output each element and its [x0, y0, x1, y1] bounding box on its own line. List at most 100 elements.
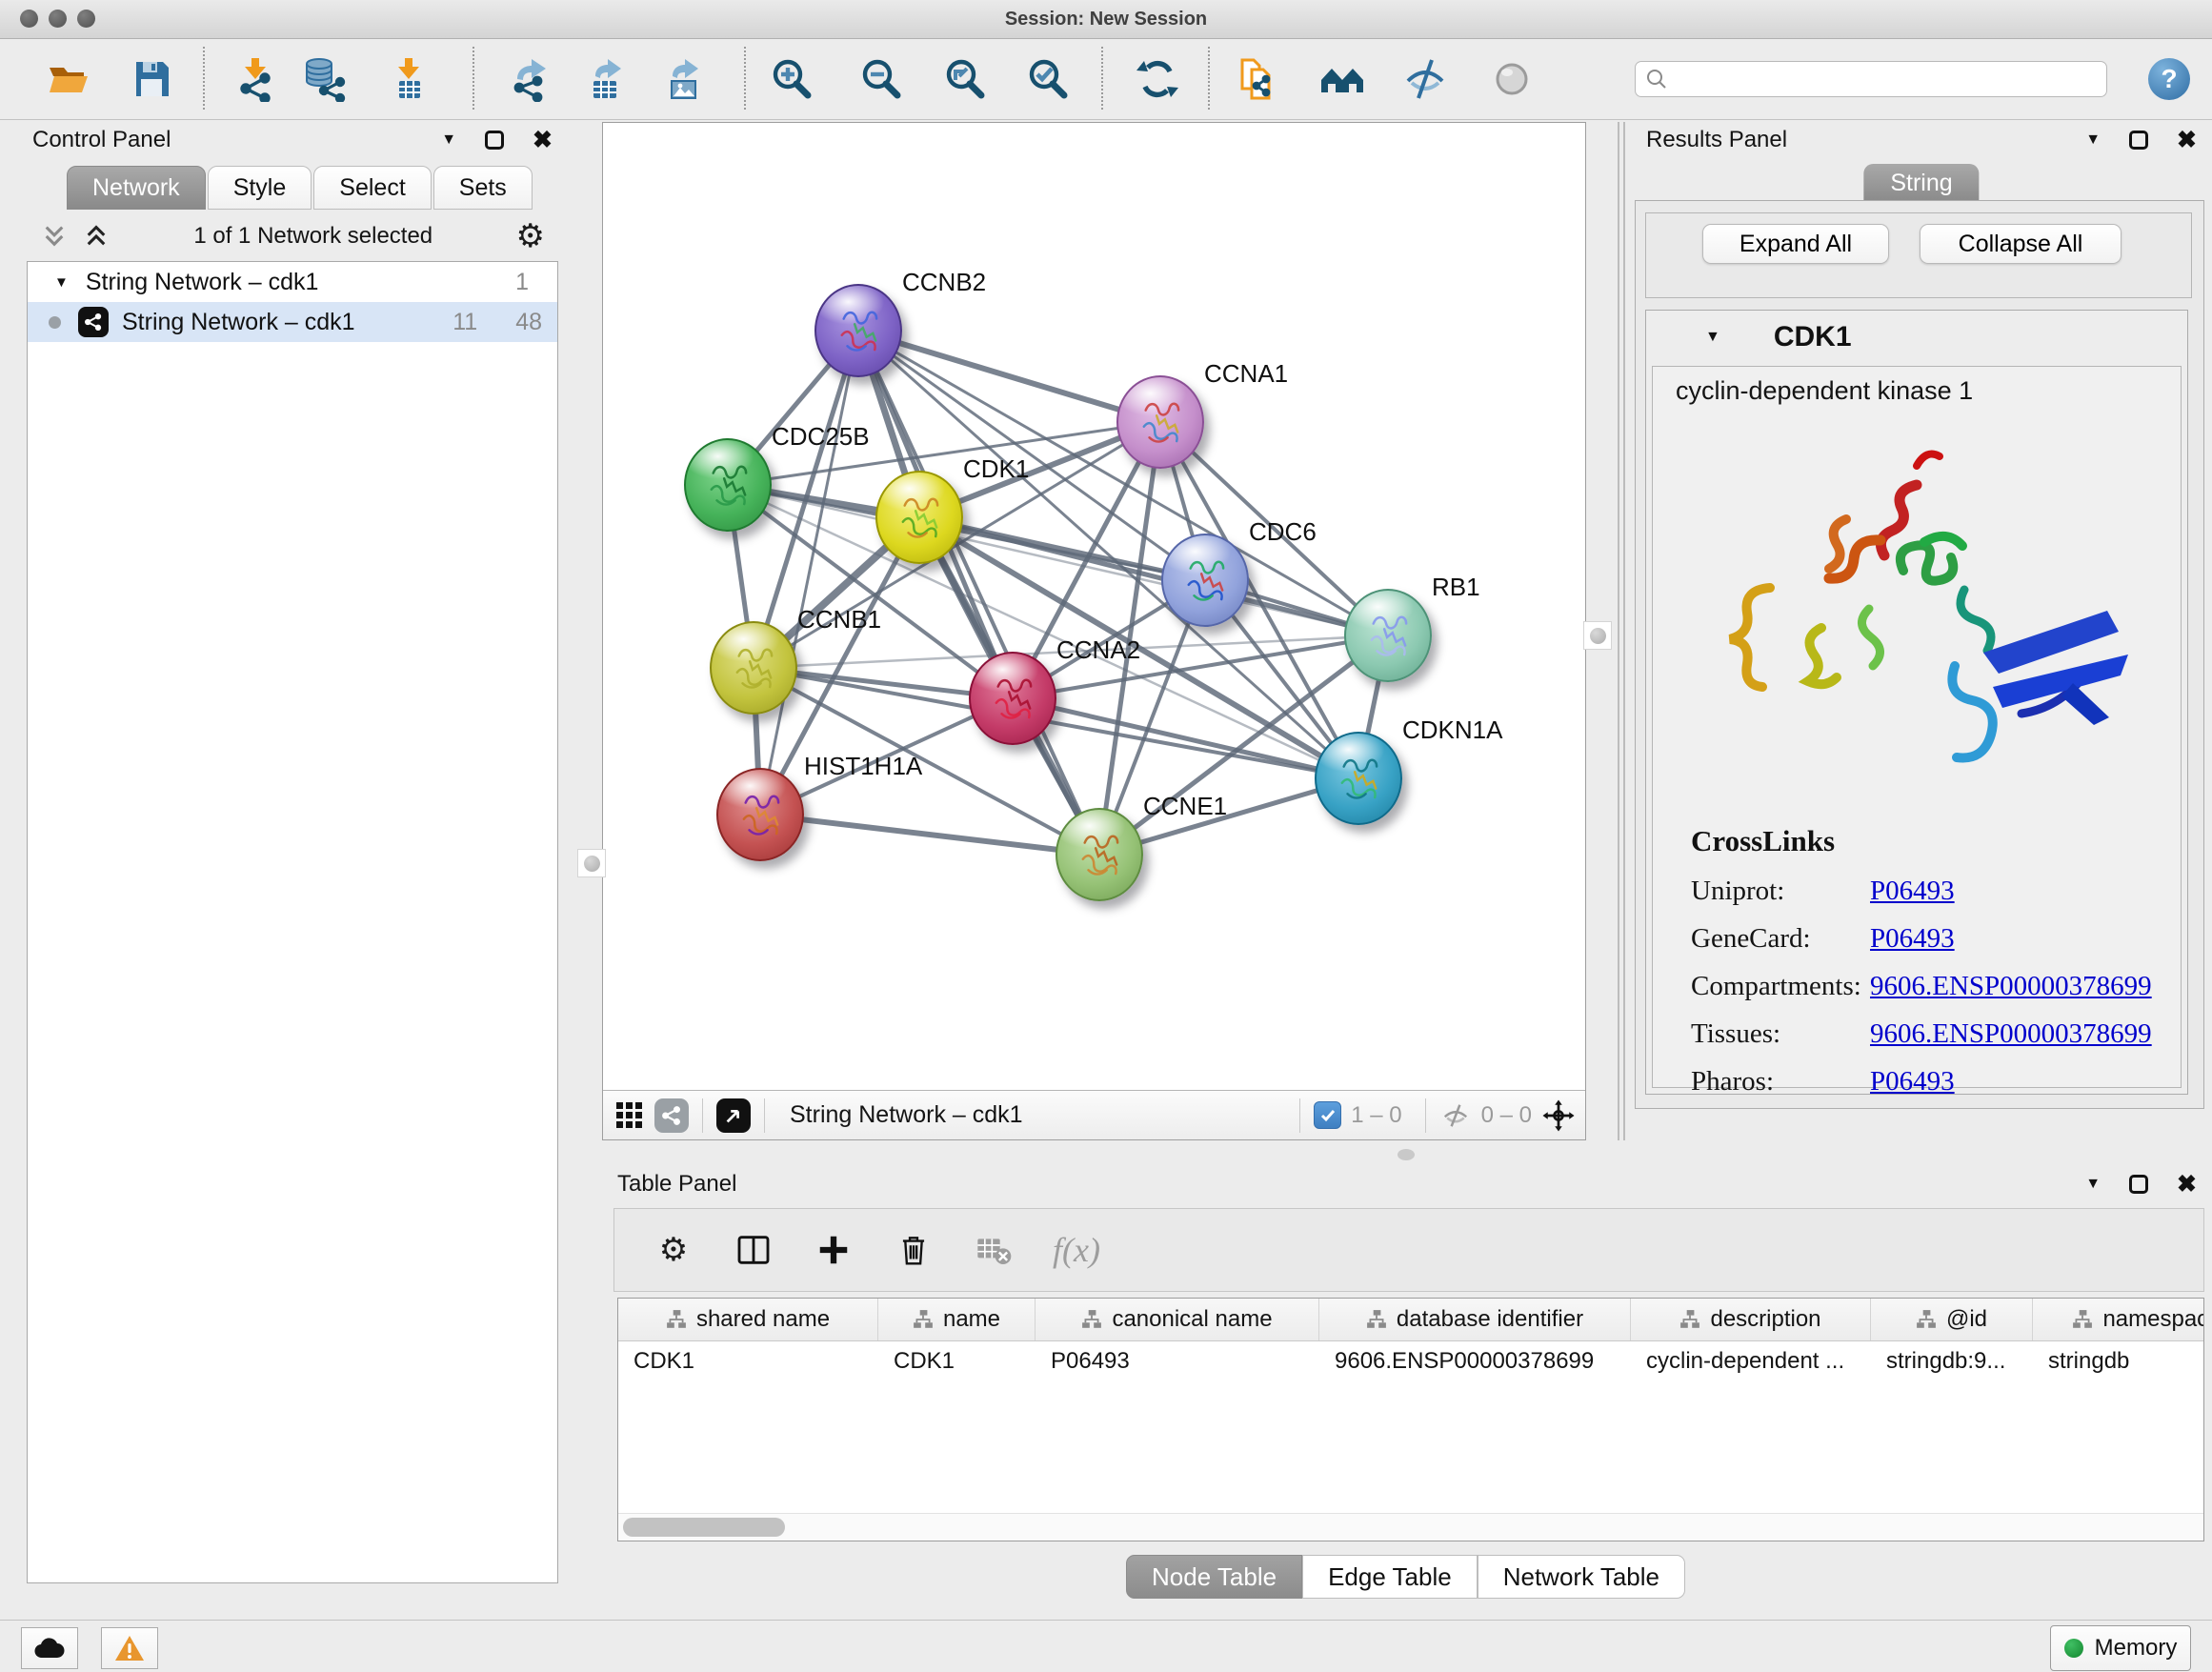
- crosslink-link[interactable]: 9606.ENSP00000378699: [1870, 1018, 2152, 1050]
- network-node-ccna1[interactable]: [1116, 375, 1204, 469]
- column-header-sharedname[interactable]: shared name: [618, 1299, 878, 1340]
- table-panel-header: Table Panel ▼ ✖: [602, 1166, 2212, 1202]
- float-panel-icon[interactable]: [485, 131, 504, 150]
- function-builder-icon[interactable]: f(x): [1053, 1230, 1100, 1270]
- collection-expander-icon[interactable]: ▼: [54, 274, 69, 291]
- tab-style[interactable]: Style: [208, 166, 312, 210]
- close-panel-icon[interactable]: ✖: [2177, 1175, 2197, 1194]
- center-view-button[interactable]: [1541, 1098, 1576, 1133]
- splitter-handle[interactable]: [1583, 621, 1612, 650]
- splitter-handle[interactable]: [577, 849, 606, 877]
- search-input[interactable]: [1676, 66, 2097, 92]
- expand-all-icon[interactable]: [82, 224, 111, 249]
- selected-nodes-checkbox[interactable]: [1314, 1101, 1341, 1129]
- expand-all-button[interactable]: Expand All: [1702, 224, 1889, 264]
- column-header-id[interactable]: @id: [1871, 1299, 2033, 1340]
- export-view-button[interactable]: [716, 1098, 751, 1133]
- table-panel: Table Panel ▼ ✖ ⚙ f(x) shared namenameca…: [602, 1166, 2212, 1610]
- tab-select[interactable]: Select: [313, 166, 431, 210]
- crosslink-link[interactable]: P06493: [1870, 876, 1955, 907]
- network-node-rb1[interactable]: [1344, 589, 1432, 682]
- scrollbar-thumb[interactable]: [623, 1518, 785, 1537]
- import-network-file-button[interactable]: [229, 52, 282, 106]
- zoom-selected-button[interactable]: [1021, 52, 1075, 106]
- network-node-ccne1[interactable]: [1056, 808, 1143, 901]
- tab-node-table[interactable]: Node Table: [1126, 1555, 1302, 1599]
- show-columns-icon[interactable]: [733, 1229, 774, 1271]
- export-image-button[interactable]: [657, 52, 711, 106]
- column-header-description[interactable]: description: [1631, 1299, 1871, 1340]
- export-table-button[interactable]: [580, 52, 633, 106]
- tab-edge-table[interactable]: Edge Table: [1302, 1555, 1478, 1599]
- export-network-button[interactable]: [504, 52, 557, 106]
- import-network-database-button[interactable]: [297, 52, 351, 106]
- column-header-canonicalname[interactable]: canonical name: [1036, 1299, 1319, 1340]
- delete-table-icon[interactable]: [973, 1229, 1015, 1271]
- first-neighbors-button[interactable]: [1316, 52, 1369, 106]
- column-header-name[interactable]: name: [878, 1299, 1036, 1340]
- share-view-button[interactable]: [654, 1098, 689, 1133]
- help-button[interactable]: ?: [2148, 58, 2190, 100]
- close-panel-icon[interactable]: ✖: [2177, 131, 2197, 150]
- table-settings-gear-icon[interactable]: ⚙: [653, 1229, 694, 1271]
- tab-network[interactable]: Network: [67, 166, 206, 210]
- network-node-cdc6[interactable]: [1161, 534, 1249, 627]
- gear-icon[interactable]: ⚙: [516, 220, 545, 252]
- horizontal-scrollbar[interactable]: [618, 1513, 2203, 1541]
- open-session-button[interactable]: [42, 52, 95, 106]
- collapse-all-button[interactable]: Collapse All: [1920, 224, 2122, 264]
- create-column-icon[interactable]: [813, 1229, 855, 1271]
- memory-button[interactable]: Memory: [2050, 1625, 2191, 1671]
- panel-menu-icon[interactable]: ▼: [2085, 131, 2101, 149]
- gene-expander-icon[interactable]: ▼: [1705, 329, 1720, 346]
- network-canvas[interactable]: CCNB2CCNA1CDC25BCDK1CDC6RB1CCNB1CCNA2CDK…: [603, 123, 1585, 1091]
- crosslink-link[interactable]: 9606.ENSP00000378699: [1870, 971, 2152, 1002]
- network-node-ccna2[interactable]: [969, 652, 1056, 745]
- network-node-cdkn1a[interactable]: [1315, 732, 1402, 825]
- column-header-databaseidentifier[interactable]: database identifier: [1319, 1299, 1631, 1340]
- delete-column-trash-icon[interactable]: [893, 1229, 935, 1271]
- panel-menu-icon[interactable]: ▼: [2085, 1176, 2101, 1193]
- houses-icon: [1319, 56, 1365, 102]
- crosslink-link[interactable]: P06493: [1870, 923, 1955, 955]
- tab-network-table[interactable]: Network Table: [1478, 1555, 1685, 1599]
- network-edge[interactable]: [858, 331, 1160, 422]
- save-session-button[interactable]: [125, 52, 178, 106]
- zoom-fit-button[interactable]: [938, 52, 992, 106]
- refresh-button[interactable]: [1131, 52, 1184, 106]
- birdseye-toggle-button[interactable]: [613, 1098, 647, 1133]
- close-panel-icon[interactable]: ✖: [533, 131, 553, 150]
- zoom-out-button[interactable]: [855, 52, 908, 106]
- network-collection-row[interactable]: ▼ String Network – cdk1 1: [28, 262, 557, 302]
- table-row[interactable]: CDK1CDK1P064939606.ENSP00000378699cyclin…: [618, 1341, 2203, 1381]
- zoom-in-button[interactable]: [765, 52, 818, 106]
- cloud-button[interactable]: [21, 1627, 78, 1669]
- network-edge[interactable]: [760, 815, 1099, 855]
- show-all-button[interactable]: [1485, 52, 1538, 106]
- warning-button[interactable]: [101, 1627, 158, 1669]
- tab-sets[interactable]: Sets: [433, 166, 533, 210]
- gene-section-header[interactable]: ▼ CDK1: [1646, 311, 2187, 364]
- network-node-cdc25b[interactable]: [684, 438, 772, 532]
- hide-selected-button[interactable]: [1398, 52, 1452, 106]
- vertical-divider[interactable]: [1618, 122, 1619, 1140]
- network-list-toolbar: 1 of 1 Network selected ⚙: [27, 215, 558, 257]
- float-panel-icon[interactable]: [2129, 131, 2148, 150]
- network-node-ccnb1[interactable]: [710, 621, 797, 715]
- float-panel-icon[interactable]: [2129, 1175, 2148, 1194]
- network-node-cdk1[interactable]: [875, 471, 963, 564]
- network-row-label: String Network – cdk1: [122, 309, 355, 336]
- column-header-namespace[interactable]: namespace: [2033, 1299, 2204, 1340]
- network-node-ccnb2[interactable]: [814, 284, 902, 377]
- collapse-all-icon[interactable]: [40, 224, 69, 249]
- horizontal-splitter-dot[interactable]: [1398, 1149, 1415, 1160]
- panel-menu-icon[interactable]: ▼: [441, 131, 456, 149]
- tab-string[interactable]: String: [1863, 164, 1979, 202]
- toolbar-separator: [744, 47, 746, 110]
- crosslink-link[interactable]: P06493: [1870, 1066, 1955, 1098]
- column-type-icon: [1081, 1309, 1102, 1330]
- copy-network-button[interactable]: [1231, 52, 1284, 106]
- network-row[interactable]: String Network – cdk1 11 48: [28, 302, 557, 342]
- network-node-hist1h1a[interactable]: [716, 768, 804, 861]
- import-table-button[interactable]: [382, 52, 435, 106]
